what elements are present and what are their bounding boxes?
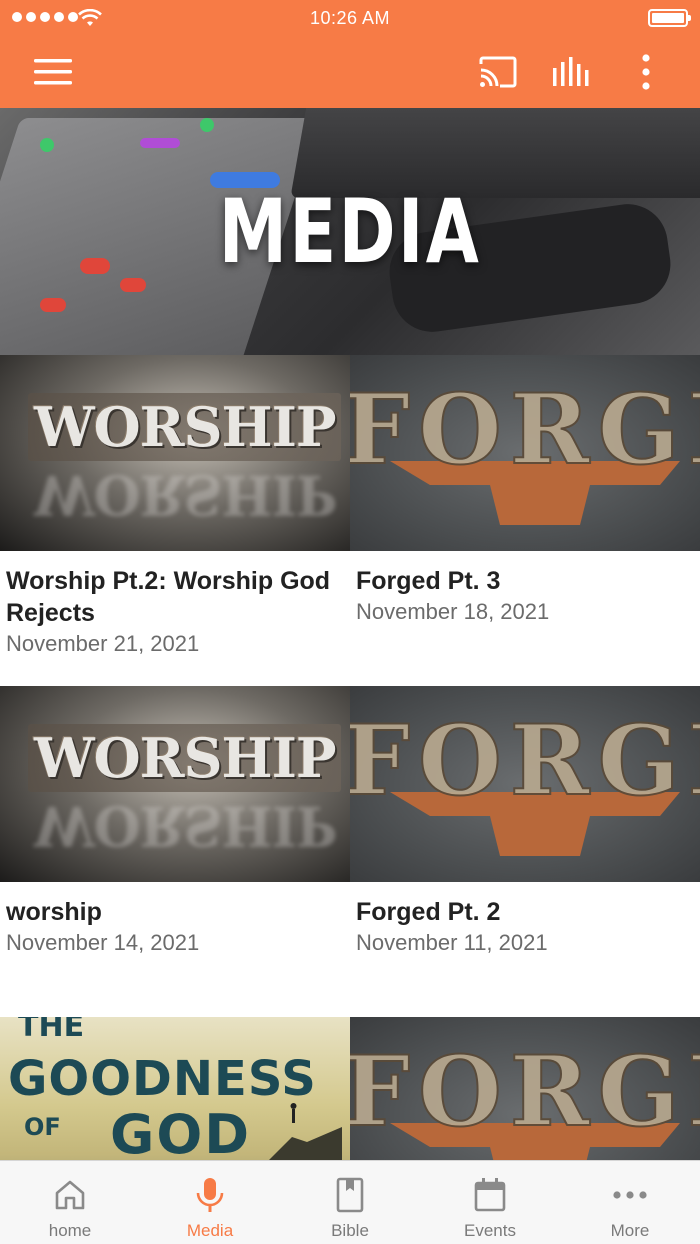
thumbnail-text: WORSHIP: [28, 393, 342, 461]
mixer-light: [40, 298, 66, 312]
home-icon: [50, 1175, 90, 1215]
mixer-light: [40, 138, 54, 152]
thumbnail-text: THE: [18, 1017, 85, 1044]
mountain-figure-graphic: [269, 1103, 342, 1160]
battery-icon: [648, 9, 691, 27]
media-thumbnail: WORSHIP WORSHIP: [0, 686, 350, 882]
menu-button[interactable]: [30, 50, 76, 94]
more-icon: [610, 1175, 650, 1215]
tab-bible[interactable]: Bible: [280, 1161, 420, 1244]
media-thumbnail: FORGED: [350, 1017, 700, 1160]
tab-label: Bible: [331, 1221, 369, 1240]
media-hero-banner: MEDIA: [0, 108, 700, 355]
media-title: Forged Pt. 2: [356, 898, 501, 926]
media-item[interactable]: THE GOODNESS OF GOD: [0, 1017, 350, 1160]
microphone-icon: [190, 1175, 230, 1215]
media-item[interactable]: FORGED: [350, 1017, 700, 1160]
thumbnail-text: FORGED: [350, 372, 700, 487]
bottom-tab-bar: home Media Bible Events More: [0, 1160, 700, 1244]
media-thumbnail: THE GOODNESS OF GOD: [0, 1017, 350, 1160]
media-item[interactable]: FORGED Forged Pt. 3 November 18, 2021: [350, 355, 700, 686]
media-thumbnail: WORSHIP WORSHIP: [0, 355, 350, 551]
media-item[interactable]: WORSHIP WORSHIP Worship Pt.2: Worship Go…: [0, 355, 350, 686]
tab-label: More: [610, 1221, 650, 1240]
audio-player-button[interactable]: [548, 50, 596, 94]
overflow-menu-button[interactable]: [626, 50, 666, 94]
media-item[interactable]: FORGED Forged Pt. 2 November 11, 2021: [350, 686, 700, 1017]
tab-label: home: [48, 1221, 92, 1240]
thumbnail-reflection: WORSHIP: [34, 463, 336, 527]
tab-label: Media: [186, 1221, 234, 1240]
media-title: Forged Pt. 3: [356, 567, 501, 595]
app-header: 10:26 AM: [0, 0, 700, 108]
hamburger-menu-icon: [34, 59, 72, 85]
media-thumbnail: FORGED: [350, 686, 700, 882]
thumbnail-text: OF: [24, 1113, 61, 1141]
equalizer-icon: [553, 57, 589, 86]
media-date: November 14, 2021: [6, 930, 200, 955]
bible-icon: [330, 1175, 370, 1215]
status-bar: 10:26 AM: [0, 0, 700, 36]
media-date: November 11, 2021: [356, 930, 548, 955]
thumbnail-text: WORSHIP: [28, 724, 342, 792]
tab-events[interactable]: Events: [420, 1161, 560, 1244]
calendar-icon: [470, 1175, 510, 1215]
thumbnail-text: FORGED: [350, 703, 700, 818]
media-date: November 21, 2021: [6, 631, 200, 656]
page-title: MEDIA: [218, 180, 482, 283]
media-item[interactable]: WORSHIP WORSHIP worship November 14, 202…: [0, 686, 350, 1017]
status-time: 10:26 AM: [309, 8, 391, 28]
media-date: November 18, 2021: [356, 599, 550, 624]
media-title: worship: [6, 898, 102, 926]
cast-icon: [479, 56, 517, 88]
thumbnail-text: GOD: [110, 1103, 252, 1160]
media-thumbnail: FORGED: [350, 355, 700, 551]
tab-media[interactable]: Media: [140, 1161, 280, 1244]
thumbnail-reflection: WORSHIP: [34, 794, 336, 858]
tab-more[interactable]: More: [560, 1161, 700, 1244]
cast-button[interactable]: [474, 50, 522, 94]
tab-home[interactable]: home: [0, 1161, 140, 1244]
tab-label: Events: [464, 1221, 516, 1240]
thumbnail-text: FORGED: [350, 1034, 700, 1149]
more-vertical-icon: [642, 54, 650, 90]
media-title: Worship Pt.2: Worship God Rejects: [6, 567, 331, 627]
